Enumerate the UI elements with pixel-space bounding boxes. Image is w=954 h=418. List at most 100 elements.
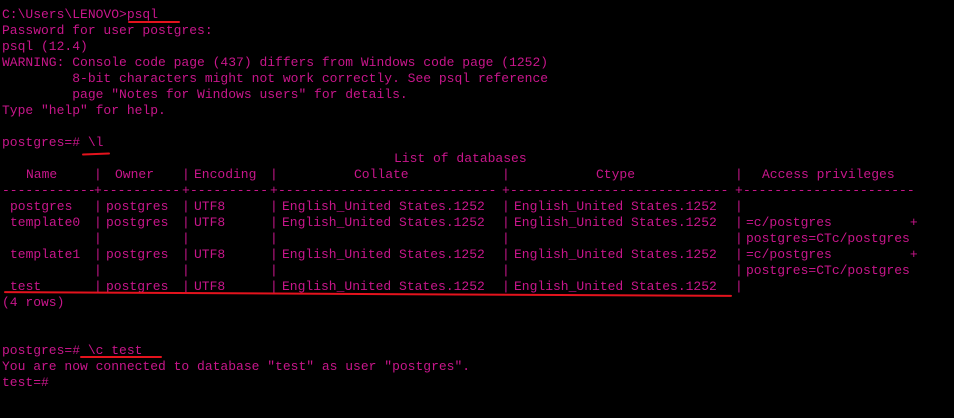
column-separator: | xyxy=(182,199,190,214)
terminal-window: { "theme": { "background": "#000000", "t… xyxy=(0,0,954,418)
header-ctype: Ctype xyxy=(596,167,636,182)
annotation-underline xyxy=(80,356,162,358)
table-row: postgres=CTc/postgres | | | | | xyxy=(2,263,952,279)
divider-plus: + xyxy=(270,183,278,198)
divider-dashes: ---------- xyxy=(190,183,269,198)
column-separator: | xyxy=(270,231,278,246)
cell-name: template1 xyxy=(10,247,81,262)
version-line: psql (12.4) xyxy=(2,39,88,54)
column-separator: | xyxy=(270,199,278,214)
divider-dashes: ---------- xyxy=(102,183,181,198)
warning-line: page "Notes for Windows users" for detai… xyxy=(2,87,408,102)
column-separator: | xyxy=(502,279,510,294)
shell-prompt: C:\Users\LENOVO> xyxy=(2,7,127,22)
column-separator: | xyxy=(270,167,278,182)
table-divider-row: ------------ + ---------- + ---------- +… xyxy=(2,183,952,199)
cell-ctype: English_United States.1252 xyxy=(514,247,717,262)
cell-ctype: English_United States.1252 xyxy=(514,199,717,214)
password-prompt: Password for user postgres: xyxy=(2,23,213,38)
table-title-row: List of databases xyxy=(2,151,952,167)
psql-prompt: postgres=# xyxy=(2,135,88,150)
column-separator: | xyxy=(270,263,278,278)
list-command-line: postgres=# \l xyxy=(2,135,952,151)
divider-plus: + xyxy=(735,183,743,198)
annotation-underline xyxy=(128,21,180,23)
column-separator: | xyxy=(502,263,510,278)
header-encoding: Encoding xyxy=(194,167,257,182)
cell-access-privileges: postgres=CTc/postgres xyxy=(746,231,910,246)
cell-name: postgres xyxy=(10,199,73,214)
table-body: postgres postgres UTF8 English_United State… xyxy=(2,199,952,295)
column-separator: | xyxy=(182,231,190,246)
column-separator: | xyxy=(94,215,102,230)
column-separator: | xyxy=(502,231,510,246)
cell-access-privileges: =c/postgres + xyxy=(746,215,918,230)
column-separator: | xyxy=(94,247,102,262)
column-separator: | xyxy=(182,167,190,182)
divider-dashes: ---------------------- xyxy=(743,183,915,198)
header-owner: Owner xyxy=(115,167,155,182)
cell-owner: postgres xyxy=(106,247,169,262)
cell-owner: postgres xyxy=(106,215,169,230)
divider-dashes: ---------------------------- xyxy=(510,183,729,198)
divider-plus: + xyxy=(94,183,102,198)
command-text: \l xyxy=(87,135,104,150)
column-separator: | xyxy=(735,231,743,246)
column-separator: | xyxy=(735,215,743,230)
final-prompt[interactable]: test=# xyxy=(2,375,952,391)
cell-access-privileges: =c/postgres + xyxy=(746,247,918,262)
column-separator: | xyxy=(94,263,102,278)
column-separator: | xyxy=(182,263,190,278)
table-row: template0 postgres UTF8 English_United Stat… xyxy=(2,215,952,231)
column-separator: | xyxy=(502,247,510,262)
column-separator: | xyxy=(182,247,190,262)
cell-name: template0 xyxy=(10,215,81,230)
column-separator: | xyxy=(94,231,102,246)
divider-dashes: ---------------------------- xyxy=(278,183,497,198)
cell-collate: English_United States.1252 xyxy=(282,215,485,230)
table-header-row: Name | Owner | Encoding | Collate | Ctyp… xyxy=(2,167,952,183)
column-separator: | xyxy=(735,279,743,294)
cell-ctype: English_United States.1252 xyxy=(514,215,717,230)
cell-owner: postgres xyxy=(106,199,169,214)
warning-line: 8-bit characters might not work correctl… xyxy=(2,71,549,86)
row-count: (4 rows) xyxy=(2,295,65,310)
help-hint: Type "help" for help. xyxy=(2,103,166,118)
cell-collate: English_United States.1252 xyxy=(282,247,485,262)
cell-collate: English_United States.1252 xyxy=(282,199,485,214)
header-access-privileges: Access privileges xyxy=(762,167,895,182)
column-separator: | xyxy=(94,167,102,182)
table-row: template1 postgres UTF8 English_United Stat… xyxy=(2,247,952,263)
cell-encoding: UTF8 xyxy=(194,215,226,230)
terminal-output[interactable]: C:\Users\LENOVO>psql Password for user p… xyxy=(2,7,952,415)
column-separator: | xyxy=(502,199,510,214)
cell-encoding: UTF8 xyxy=(194,247,226,262)
table-row: postgres postgres UTF8 English_United State… xyxy=(2,199,952,215)
cell-encoding: UTF8 xyxy=(194,199,226,214)
column-separator: | xyxy=(182,215,190,230)
column-separator: | xyxy=(502,215,510,230)
column-separator: | xyxy=(735,167,743,182)
column-separator: | xyxy=(502,167,510,182)
column-separator: | xyxy=(94,199,102,214)
column-separator: | xyxy=(735,247,743,262)
header-collate: Collate xyxy=(354,167,409,182)
cell-ctype: English_United States.1252 xyxy=(514,279,717,294)
column-separator: | xyxy=(270,215,278,230)
table-row: postgres=CTc/postgres | | | | | xyxy=(2,231,952,247)
connect-message: You are now connected to database "test"… xyxy=(2,359,471,374)
warning-line: WARNING: Console code page (437) differs… xyxy=(2,55,549,70)
column-separator: | xyxy=(270,247,278,262)
column-separator: | xyxy=(735,199,743,214)
divider-dashes: ------------ xyxy=(2,183,94,198)
cell-access-privileges: postgres=CTc/postgres xyxy=(746,263,910,278)
column-separator: | xyxy=(735,263,743,278)
header-name: Name xyxy=(26,167,58,182)
table-title: List of databases xyxy=(394,151,527,166)
command-text: psql xyxy=(126,7,159,22)
divider-plus: + xyxy=(502,183,510,198)
divider-plus: + xyxy=(182,183,190,198)
